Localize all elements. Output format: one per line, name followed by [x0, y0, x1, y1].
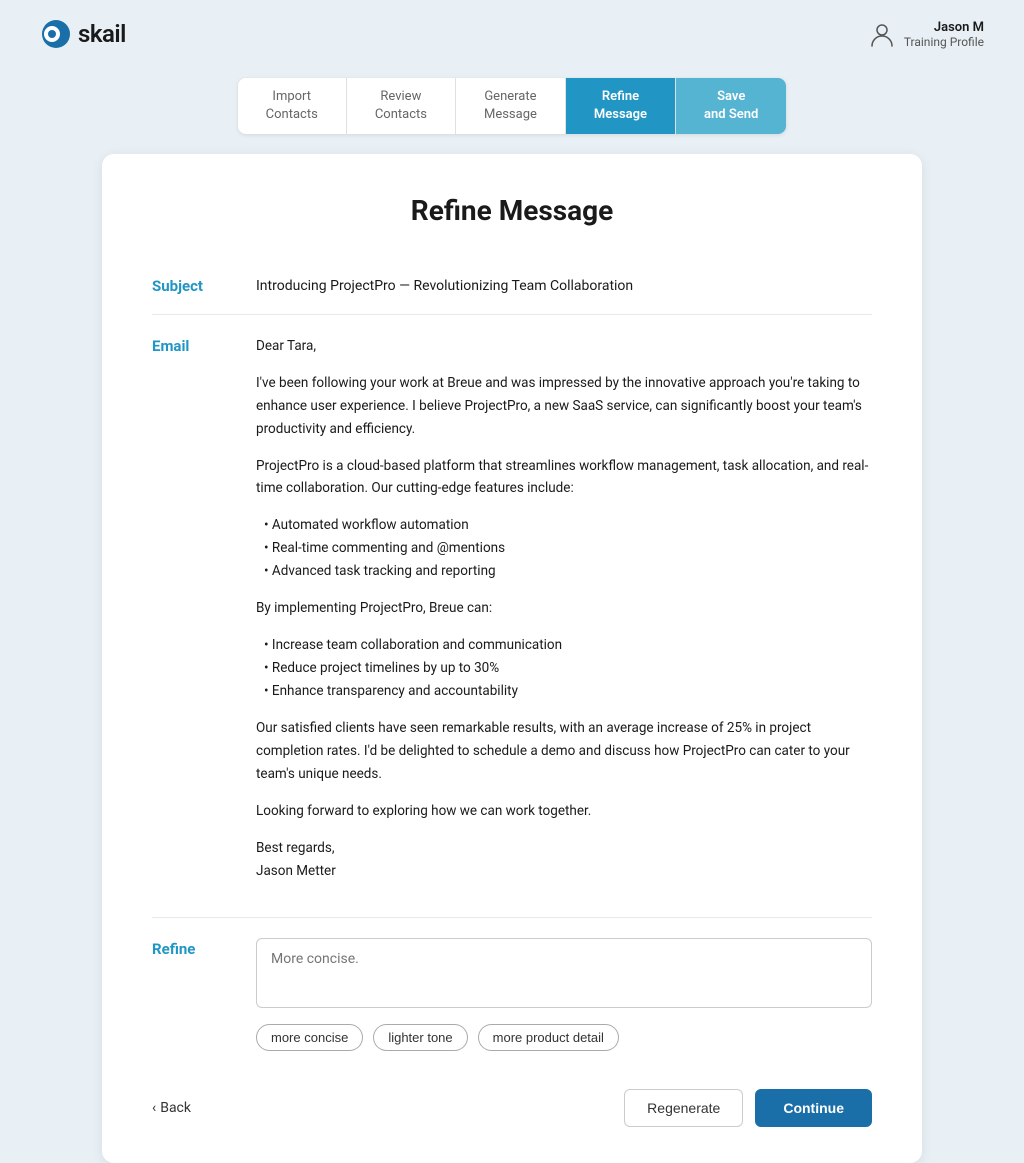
- logo: skail: [40, 18, 126, 50]
- main-card: Refine Message Subject Introducing Proje…: [102, 154, 922, 1162]
- benefit-item-3: Enhance transparency and accountability: [256, 680, 872, 703]
- step-review-contacts[interactable]: ReviewContacts: [347, 78, 456, 134]
- bottom-nav: ‹ Back Regenerate Continue: [152, 1061, 872, 1127]
- subject-row: Subject Introducing ProjectPro — Revolut…: [152, 259, 872, 314]
- user-area: Jason M Training Profile: [868, 20, 984, 49]
- email-greeting: Dear Tara,: [256, 335, 872, 358]
- feature-item-3: Advanced task tracking and reporting: [256, 560, 872, 583]
- email-body: Dear Tara, I've been following your work…: [256, 335, 872, 897]
- user-role: Training Profile: [904, 35, 984, 49]
- continue-button[interactable]: Continue: [755, 1089, 872, 1127]
- logo-text: skail: [78, 20, 126, 48]
- refine-label: Refine: [152, 938, 232, 1051]
- step-import-contacts[interactable]: ImportContacts: [238, 78, 347, 134]
- logo-icon: [40, 18, 72, 50]
- subject-text: Introducing ProjectPro — Revolutionizing…: [256, 275, 872, 297]
- step-save-and-send[interactable]: Saveand Send: [676, 78, 786, 134]
- steps-nav: ImportContacts ReviewContacts GenerateMe…: [0, 78, 1024, 134]
- back-chevron-icon: ‹: [152, 1100, 156, 1116]
- step-generate-message[interactable]: GenerateMessage: [456, 78, 566, 134]
- refine-textarea[interactable]: [256, 938, 872, 1008]
- feature-item-2: Real-time commenting and @mentions: [256, 537, 872, 560]
- email-paragraph2: ProjectPro is a cloud-based platform tha…: [256, 455, 872, 501]
- refine-row: Refine more concise lighter tone more pr…: [152, 918, 872, 1061]
- benefit-item-1: Increase team collaboration and communic…: [256, 634, 872, 657]
- email-label: Email: [152, 335, 232, 897]
- refine-input-area: more concise lighter tone more product d…: [256, 938, 872, 1051]
- regenerate-button[interactable]: Regenerate: [624, 1089, 743, 1127]
- email-closing: Best regards, Jason Metter: [256, 837, 872, 883]
- steps-container: ImportContacts ReviewContacts GenerateMe…: [238, 78, 787, 134]
- chip-more-concise[interactable]: more concise: [256, 1024, 363, 1051]
- email-paragraph3: By implementing ProjectPro, Breue can:: [256, 597, 872, 620]
- email-paragraph1: I've been following your work at Breue a…: [256, 372, 872, 441]
- back-label: Back: [160, 1100, 191, 1116]
- card-title: Refine Message: [152, 194, 872, 227]
- email-row: Email Dear Tara, I've been following you…: [152, 315, 872, 918]
- step-refine-message[interactable]: RefineMessage: [566, 78, 676, 134]
- feature-item-1: Automated workflow automation: [256, 514, 872, 537]
- chip-more-product-detail[interactable]: more product detail: [478, 1024, 619, 1051]
- email-features-list: Automated workflow automation Real-time …: [256, 514, 872, 583]
- email-paragraph4: Our satisfied clients have seen remarkab…: [256, 717, 872, 786]
- user-avatar-icon: [868, 20, 896, 48]
- user-name: Jason M: [904, 20, 984, 35]
- benefit-item-2: Reduce project timelines by up to 30%: [256, 657, 872, 680]
- email-paragraph5: Looking forward to exploring how we can …: [256, 800, 872, 823]
- bottom-right: Regenerate Continue: [624, 1089, 872, 1127]
- header: skail Jason M Training Profile: [0, 0, 1024, 68]
- chip-lighter-tone[interactable]: lighter tone: [373, 1024, 467, 1051]
- subject-label: Subject: [152, 275, 232, 297]
- refine-chips: more concise lighter tone more product d…: [256, 1024, 872, 1051]
- user-info: Jason M Training Profile: [904, 20, 984, 49]
- back-link[interactable]: ‹ Back: [152, 1100, 191, 1116]
- email-benefits-list: Increase team collaboration and communic…: [256, 634, 872, 703]
